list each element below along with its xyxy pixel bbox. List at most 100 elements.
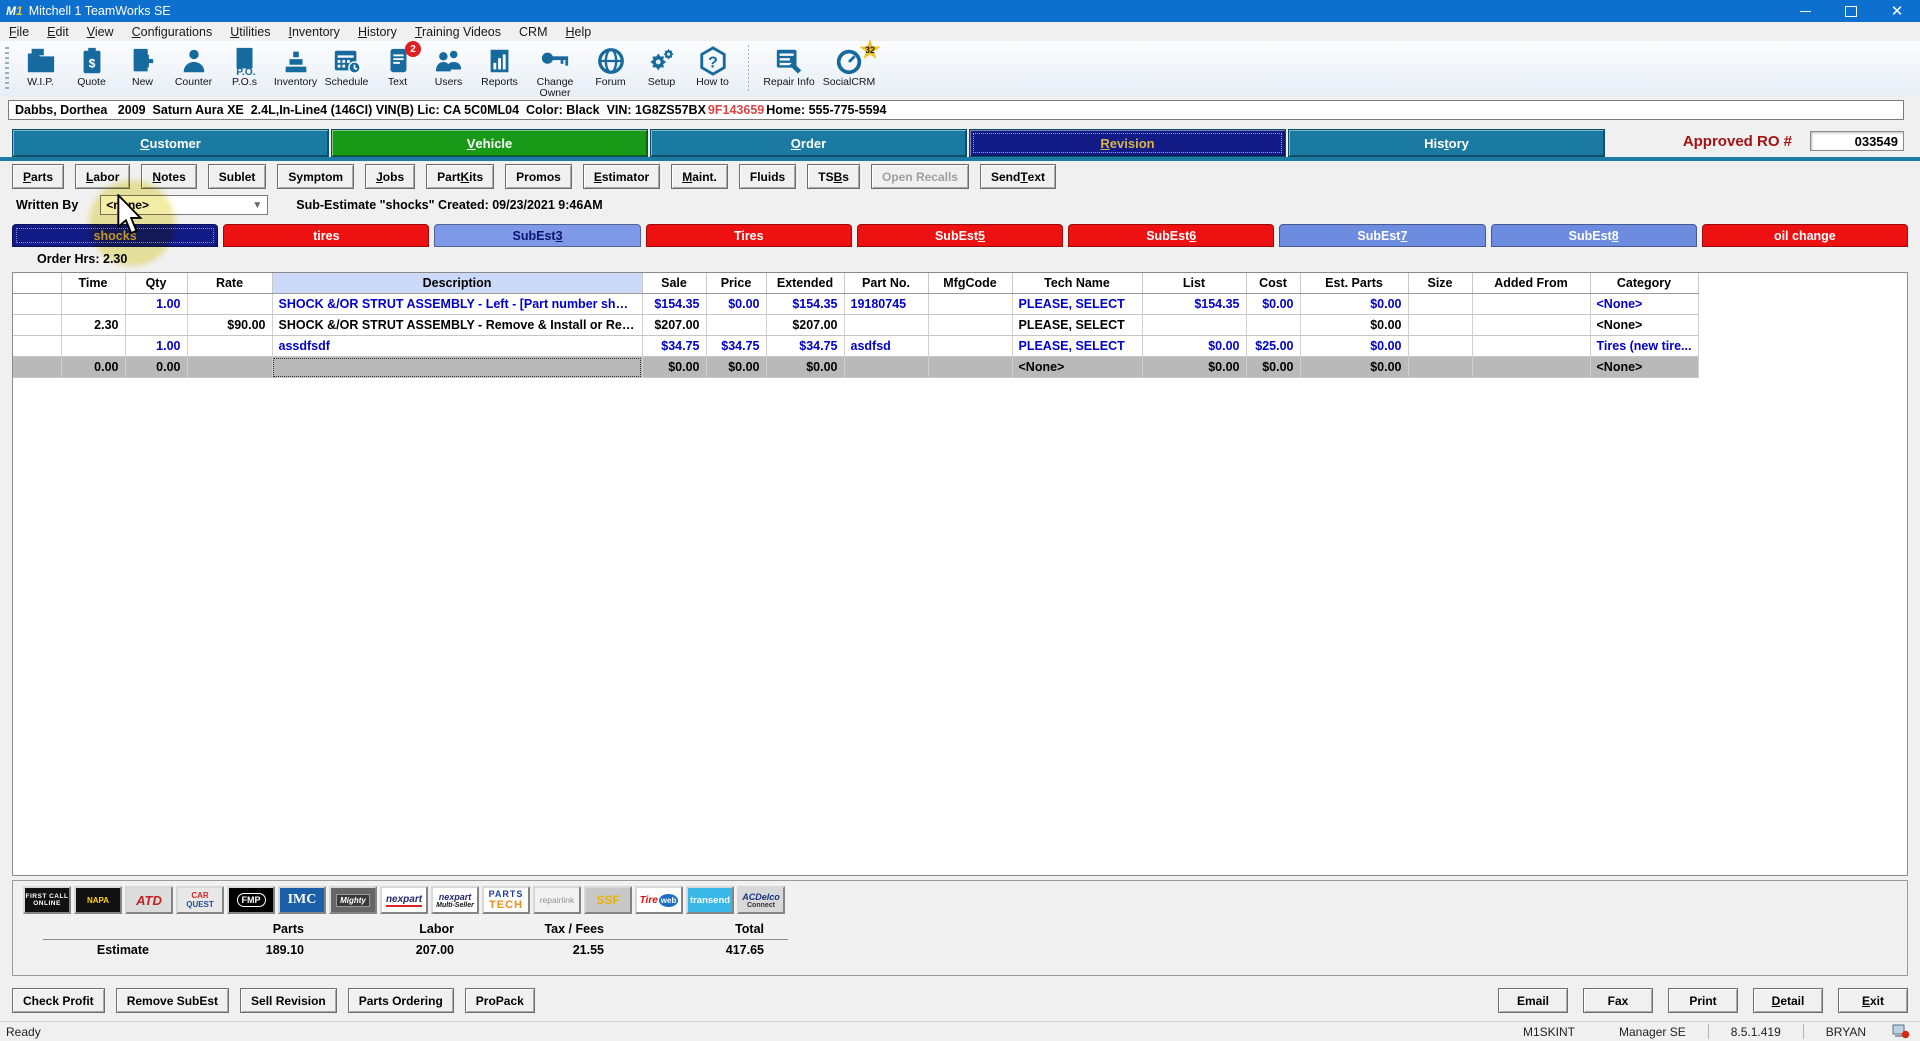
tab-history[interactable]: History bbox=[1288, 129, 1605, 157]
partkits-button[interactable]: PartKits bbox=[426, 164, 494, 189]
remove-subest-button[interactable]: Remove SubEst bbox=[116, 988, 229, 1013]
menu-utilities[interactable]: Utilities bbox=[221, 25, 279, 39]
tab-vehicle[interactable]: Vehicle bbox=[331, 129, 648, 157]
jobs-button[interactable]: Jobs bbox=[365, 164, 415, 189]
menu-view[interactable]: View bbox=[78, 25, 123, 39]
subest-tab-7[interactable]: SubEst7 bbox=[1279, 224, 1485, 247]
col-size[interactable]: Size bbox=[1408, 273, 1472, 294]
col-sale[interactable]: Sale bbox=[642, 273, 706, 294]
maint-button[interactable]: Maint. bbox=[671, 164, 728, 189]
vendor-nexpart-multiseller-button[interactable]: nexpartMulti-Seller bbox=[431, 886, 479, 914]
menu-file[interactable]: File bbox=[0, 25, 38, 39]
fax-button[interactable]: Fax bbox=[1583, 988, 1653, 1013]
col-partno[interactable]: Part No. bbox=[844, 273, 928, 294]
vendor-nexpart-button[interactable]: nexpart bbox=[380, 886, 428, 914]
subest-tab-6[interactable]: SubEst6 bbox=[1068, 224, 1274, 247]
symptom-button[interactable]: Symptom bbox=[277, 164, 354, 189]
toolbar-users[interactable]: Users bbox=[423, 43, 474, 89]
toolbar-howto[interactable]: ? How to bbox=[687, 43, 738, 89]
estimator-button[interactable]: Estimator bbox=[583, 164, 660, 189]
minimize-button[interactable] bbox=[1782, 0, 1828, 22]
menu-edit[interactable]: Edit bbox=[38, 25, 78, 39]
subest-tab-8[interactable]: SubEst8 bbox=[1491, 224, 1697, 247]
promos-button[interactable]: Promos bbox=[505, 164, 572, 189]
vendor-imc-button[interactable]: IMC bbox=[278, 886, 326, 914]
tab-order[interactable]: Order bbox=[650, 129, 967, 157]
toolbar-reports[interactable]: Reports bbox=[474, 43, 525, 89]
col-time[interactable]: Time bbox=[61, 273, 125, 294]
propack-button[interactable]: ProPack bbox=[465, 988, 535, 1013]
vendor-carquest-button[interactable]: CARQUEST bbox=[176, 886, 224, 914]
parts-button[interactable]: Parts bbox=[12, 164, 64, 189]
check-profit-button[interactable]: Check Profit bbox=[12, 988, 105, 1013]
sell-revision-button[interactable]: Sell Revision bbox=[240, 988, 337, 1013]
fluids-button[interactable]: Fluids bbox=[739, 164, 796, 189]
vendor-transend-button[interactable]: transend bbox=[686, 886, 734, 914]
detail-button[interactable]: Detail bbox=[1753, 988, 1823, 1013]
menu-crm[interactable]: CRM bbox=[510, 25, 556, 39]
toolbar-schedule[interactable]: Schedule bbox=[321, 43, 372, 89]
toolbar-socialcrm[interactable]: 32 SocialCRM bbox=[819, 43, 879, 89]
menu-inventory[interactable]: Inventory bbox=[280, 25, 349, 39]
notes-button[interactable]: Notes bbox=[141, 164, 196, 189]
sublet-button[interactable]: Sublet bbox=[208, 164, 267, 189]
menu-configurations[interactable]: Configurations bbox=[123, 25, 222, 39]
menu-history[interactable]: History bbox=[349, 25, 406, 39]
toolbar-counter[interactable]: Counter bbox=[168, 43, 219, 89]
grid-row-part-assdfsdf[interactable]: 1.00 assdfsdf$34.75 $34.75$34.75 asdfsd … bbox=[13, 336, 1698, 357]
print-button[interactable]: Print bbox=[1668, 988, 1738, 1013]
col-extended[interactable]: Extended bbox=[766, 273, 844, 294]
col-mfgcode[interactable]: MfgCode bbox=[928, 273, 1012, 294]
grid-row-new-entry-selected[interactable]: 0.00 0.00 $0.00 $0.00$0.00 <None>$0.00 $… bbox=[13, 357, 1698, 378]
col-category[interactable]: Category bbox=[1590, 273, 1698, 294]
maximize-button[interactable] bbox=[1828, 0, 1874, 22]
toolbar-quote[interactable]: $ Quote bbox=[66, 43, 117, 89]
vendor-firstcall-button[interactable]: FIRST CALLONLINE bbox=[23, 886, 71, 914]
vendor-napa-button[interactable]: NAPA bbox=[74, 886, 122, 914]
col-estparts[interactable]: Est. Parts bbox=[1300, 273, 1408, 294]
toolbar-text[interactable]: 2 Text bbox=[372, 43, 423, 89]
subest-tab-oilchange[interactable]: oil change bbox=[1702, 224, 1908, 247]
col-description[interactable]: Description bbox=[272, 273, 642, 294]
toolbar-setup[interactable]: Setup bbox=[636, 43, 687, 89]
menu-training-videos[interactable]: Training Videos bbox=[406, 25, 510, 39]
toolbar-change-owner[interactable]: Change Owner bbox=[525, 43, 585, 100]
vendor-repairlink-button[interactable]: repairlink bbox=[533, 886, 581, 914]
close-button[interactable]: ✕ bbox=[1874, 0, 1920, 22]
toolbar-inventory[interactable]: Inventory bbox=[270, 43, 321, 89]
tab-revision[interactable]: Revision bbox=[969, 129, 1286, 157]
subest-tab-3[interactable]: SubEst3 bbox=[434, 224, 640, 247]
toolbar-wip[interactable]: W.I.P. bbox=[15, 43, 66, 89]
grid-row-part-strut[interactable]: 1.00 SHOCK &/OR STRUT ASSEMBLY - Left - … bbox=[13, 294, 1698, 315]
vendor-fmp-button[interactable]: FMP bbox=[227, 886, 275, 914]
col-cost[interactable]: Cost bbox=[1246, 273, 1300, 294]
vendor-acdelco-button[interactable]: ACDelcoConnect bbox=[737, 886, 785, 914]
col-price[interactable]: Price bbox=[706, 273, 766, 294]
vendor-mighty-button[interactable]: Mighty bbox=[329, 886, 377, 914]
toolbar-new[interactable]: New bbox=[117, 43, 168, 89]
vendor-partstech-button[interactable]: PARTSTECH bbox=[482, 886, 530, 914]
col-addedfrom[interactable]: Added From bbox=[1472, 273, 1590, 294]
tab-customer[interactable]: Customer bbox=[12, 129, 329, 157]
tsbs-button[interactable]: TSBs bbox=[807, 164, 860, 189]
toolbar-pos[interactable]: P.O. P.O.s bbox=[219, 43, 270, 89]
exit-button[interactable]: Exit bbox=[1838, 988, 1908, 1013]
col-rate[interactable]: Rate bbox=[187, 273, 272, 294]
vendor-tireweb-button[interactable]: Tireweb bbox=[635, 886, 683, 914]
subest-tab-tires[interactable]: tires bbox=[223, 224, 429, 247]
col-list[interactable]: List bbox=[1142, 273, 1246, 294]
send-text-button[interactable]: Send Text bbox=[980, 164, 1056, 189]
vendor-atd-button[interactable]: ATD bbox=[125, 886, 173, 914]
toolbar-forum[interactable]: Forum bbox=[585, 43, 636, 89]
col-qty[interactable]: Qty bbox=[125, 273, 187, 294]
grid-row-labor-strut[interactable]: 2.30 $90.00 SHOCK &/OR STRUT ASSEMBLY - … bbox=[13, 315, 1698, 336]
subestimate-created-note: Sub-Estimate "shocks" Created: 09/23/202… bbox=[296, 198, 602, 212]
email-button[interactable]: Email bbox=[1498, 988, 1568, 1013]
parts-ordering-button[interactable]: Parts Ordering bbox=[348, 988, 454, 1013]
subest-tab-5[interactable]: SubEst5 bbox=[857, 224, 1063, 247]
col-techname[interactable]: Tech Name bbox=[1012, 273, 1142, 294]
vendor-ssf-button[interactable]: SSF bbox=[584, 886, 632, 914]
subest-tab-tires2[interactable]: Tires bbox=[646, 224, 852, 247]
toolbar-repair-info[interactable]: Repair Info bbox=[759, 43, 819, 89]
menu-help[interactable]: Help bbox=[556, 25, 600, 39]
